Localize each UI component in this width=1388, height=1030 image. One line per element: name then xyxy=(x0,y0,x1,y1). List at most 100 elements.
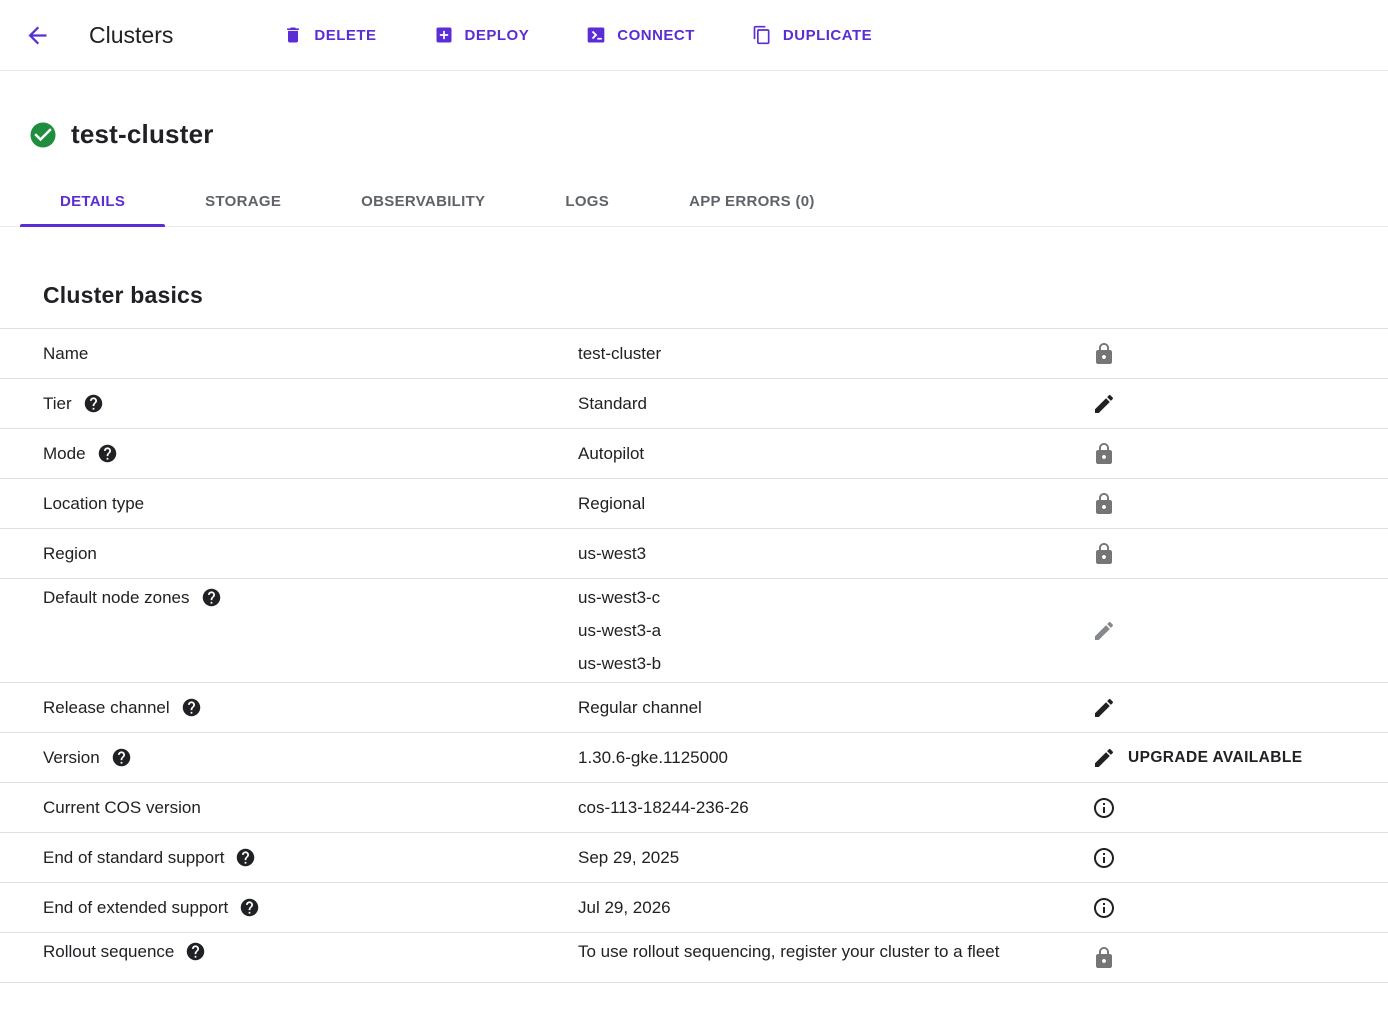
edit-icon[interactable] xyxy=(1092,746,1116,770)
row-value: To use rollout sequencing, register your… xyxy=(578,935,1050,968)
row-action xyxy=(1092,619,1388,643)
help-icon[interactable] xyxy=(111,747,132,768)
row-label: Mode xyxy=(43,437,578,470)
help-icon[interactable] xyxy=(97,443,118,464)
lock-icon xyxy=(1092,946,1116,970)
help-icon[interactable] xyxy=(83,393,104,414)
cluster-basics-table: Nametest-clusterTierStandardModeAutopilo… xyxy=(0,328,1388,983)
delete-icon xyxy=(283,25,303,45)
help-icon[interactable] xyxy=(181,697,202,718)
row-label: End of extended support xyxy=(43,891,578,924)
row-action xyxy=(1092,342,1388,366)
row-action xyxy=(1092,946,1388,970)
delete-button-label: DELETE xyxy=(314,27,376,44)
table-row-rollout-sequence: Rollout sequenceTo use rollout sequencin… xyxy=(0,932,1388,982)
deploy-icon xyxy=(434,25,454,45)
row-value: 1.30.6-gke.1125000 xyxy=(578,741,1050,774)
row-action xyxy=(1092,492,1388,516)
row-label: Default node zones xyxy=(43,581,578,614)
row-label: Release channel xyxy=(43,691,578,724)
row-label: Location type xyxy=(43,487,578,520)
cluster-name: test-cluster xyxy=(71,119,214,150)
table-row-release-channel: Release channelRegular channel xyxy=(0,682,1388,732)
row-label: Version xyxy=(43,741,578,774)
row-value: us-west3 xyxy=(578,537,1050,570)
row-action xyxy=(1092,442,1388,466)
lock-icon xyxy=(1092,542,1116,566)
lock-icon xyxy=(1092,342,1116,366)
table-row-current-cos-version: Current COS versioncos-113-18244-236-26 xyxy=(0,782,1388,832)
table-row-location-type: Location typeRegional xyxy=(0,478,1388,528)
check-circle-icon xyxy=(28,120,58,150)
upgrade-available-label[interactable]: UPGRADE AVAILABLE xyxy=(1128,749,1302,767)
deploy-button-label: DEPLOY xyxy=(465,27,530,44)
row-label: End of standard support xyxy=(43,841,578,874)
table-row-end-of-standard-support: End of standard supportSep 29, 2025 xyxy=(0,832,1388,882)
tab-storage[interactable]: STORAGE xyxy=(165,177,321,226)
tab-label: OBSERVABILITY xyxy=(361,193,485,210)
row-action xyxy=(1092,846,1388,870)
tab-bar: DETAILS STORAGE OBSERVABILITY LOGS APP ERROR… xyxy=(0,177,1388,227)
tab-label: STORAGE xyxy=(205,193,281,210)
row-value: us-west3-cus-west3-aus-west3-b xyxy=(578,581,1050,680)
tab-details[interactable]: DETAILS xyxy=(20,177,165,226)
tab-logs[interactable]: LOGS xyxy=(525,177,649,226)
tab-observability[interactable]: OBSERVABILITY xyxy=(321,177,525,226)
row-value: Sep 29, 2025 xyxy=(578,841,1050,874)
cluster-heading: test-cluster xyxy=(28,119,1388,150)
deploy-button[interactable]: DEPLOY xyxy=(434,25,530,45)
row-action xyxy=(1092,696,1388,720)
tab-label: APP ERRORS (0) xyxy=(689,193,815,210)
table-row-name: Nametest-cluster xyxy=(0,328,1388,378)
row-value: cos-113-18244-236-26 xyxy=(578,791,1050,824)
row-value: Standard xyxy=(578,387,1050,420)
row-action xyxy=(1092,542,1388,566)
row-value: Jul 29, 2026 xyxy=(578,891,1050,924)
info-icon[interactable] xyxy=(1092,846,1116,870)
row-label: Tier xyxy=(43,387,578,420)
back-button[interactable] xyxy=(24,22,51,49)
row-value: test-cluster xyxy=(578,337,1050,370)
connect-button-label: CONNECT xyxy=(617,27,695,44)
delete-button[interactable]: DELETE xyxy=(283,25,376,45)
duplicate-button[interactable]: DUPLICATE xyxy=(752,25,872,45)
edit-icon xyxy=(1092,619,1116,643)
table-row-region: Regionus-west3 xyxy=(0,528,1388,578)
row-label: Rollout sequence xyxy=(43,935,578,968)
row-value: Autopilot xyxy=(578,437,1050,470)
info-icon[interactable] xyxy=(1092,796,1116,820)
row-value: Regional xyxy=(578,487,1050,520)
lock-icon xyxy=(1092,492,1116,516)
help-icon[interactable] xyxy=(201,587,222,608)
row-label: Current COS version xyxy=(43,791,578,824)
lock-icon xyxy=(1092,442,1116,466)
connect-button[interactable]: CONNECT xyxy=(586,25,695,45)
help-icon[interactable] xyxy=(239,897,260,918)
back-arrow-icon xyxy=(24,22,51,49)
duplicate-button-label: DUPLICATE xyxy=(783,27,872,44)
tab-label: LOGS xyxy=(565,193,609,210)
section-title: Cluster basics xyxy=(43,282,1388,309)
table-row-mode: ModeAutopilot xyxy=(0,428,1388,478)
header-actions: DELETE DEPLOY CONNECT DUPLICATE xyxy=(283,25,872,45)
info-icon[interactable] xyxy=(1092,896,1116,920)
help-icon[interactable] xyxy=(185,941,206,962)
connect-icon xyxy=(586,25,606,45)
top-action-bar: Clusters DELETE DEPLOY CONNECT DUPLICATE xyxy=(0,0,1388,71)
page-title: Clusters xyxy=(89,22,173,49)
row-label: Name xyxy=(43,337,578,370)
row-action xyxy=(1092,796,1388,820)
table-row-version: Version1.30.6-gke.1125000 UPGRADE AVAILAB… xyxy=(0,732,1388,782)
row-value: Regular channel xyxy=(578,691,1050,724)
row-action xyxy=(1092,896,1388,920)
table-row-tier: TierStandard xyxy=(0,378,1388,428)
edit-icon[interactable] xyxy=(1092,696,1116,720)
help-icon[interactable] xyxy=(235,847,256,868)
edit-icon[interactable] xyxy=(1092,392,1116,416)
duplicate-icon xyxy=(752,25,772,45)
tab-app-errors-0[interactable]: APP ERRORS (0) xyxy=(649,177,855,226)
table-row-default-node-zones: Default node zonesus-west3-cus-west3-aus… xyxy=(0,578,1388,682)
row-action xyxy=(1092,392,1388,416)
tab-label: DETAILS xyxy=(60,193,125,210)
table-row-end-of-extended-support: End of extended supportJul 29, 2026 xyxy=(0,882,1388,932)
